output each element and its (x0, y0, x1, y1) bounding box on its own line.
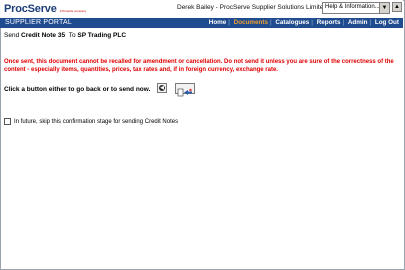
instruction-text: Click a button either to go back or to s… (4, 86, 151, 93)
main-nav: Home | Documents | Catalogues | Reports | Ad… (208, 19, 399, 26)
nav-documents[interactable]: Documents (234, 19, 268, 26)
nav-bar: SUPPLIER PORTAL Home | Documents | Catalog… (0, 18, 403, 28)
browser-frame (0, 0, 405, 270)
send-document-icon (177, 88, 192, 97)
help-select[interactable]: Help & Information... ▼ (322, 2, 390, 14)
nav-logout[interactable]: Log Out (375, 19, 399, 26)
send-prefix: Send (4, 32, 20, 39)
recipient-name: SP Trading PLC (77, 32, 127, 39)
skip-label: In future, skip this confirmation stage … (14, 118, 179, 125)
nav-home[interactable]: Home (209, 19, 227, 26)
chevron-down-icon[interactable]: ▼ (379, 3, 389, 13)
document-name: Credit Note 35 (21, 32, 66, 39)
to-label: To (68, 32, 76, 39)
help-select-value: Help & Information... (325, 4, 380, 10)
back-button[interactable]: ◀ (157, 83, 167, 93)
nav-reports[interactable]: Reports (317, 19, 341, 26)
back-arrow-icon: ◀ (159, 85, 165, 91)
scroll-up-icon[interactable]: ▲ (392, 2, 402, 12)
user-info: Derek Bailey - ProcServe Supplier Soluti… (177, 4, 327, 11)
nav-catalogues[interactable]: Catalogues (275, 19, 309, 26)
skip-confirmation[interactable]: In future, skip this confirmation stage … (4, 118, 178, 125)
send-summary: Send Credit Note 35 To SP Trading PLC (4, 32, 126, 39)
procserve-logo: ProcServe A Proactis company (4, 1, 86, 17)
logo-tagline: A Proactis company (59, 8, 87, 13)
portal-label: SUPPLIER PORTAL (5, 19, 72, 26)
top-bar: ProcServe A Proactis company Derek Baile… (0, 0, 403, 18)
send-button[interactable] (175, 83, 195, 97)
logo-text: ProcServe (4, 3, 57, 15)
warning-message: Once sent, this document cannot be recal… (4, 59, 394, 73)
nav-admin[interactable]: Admin (348, 19, 368, 26)
skip-checkbox[interactable] (4, 118, 11, 125)
